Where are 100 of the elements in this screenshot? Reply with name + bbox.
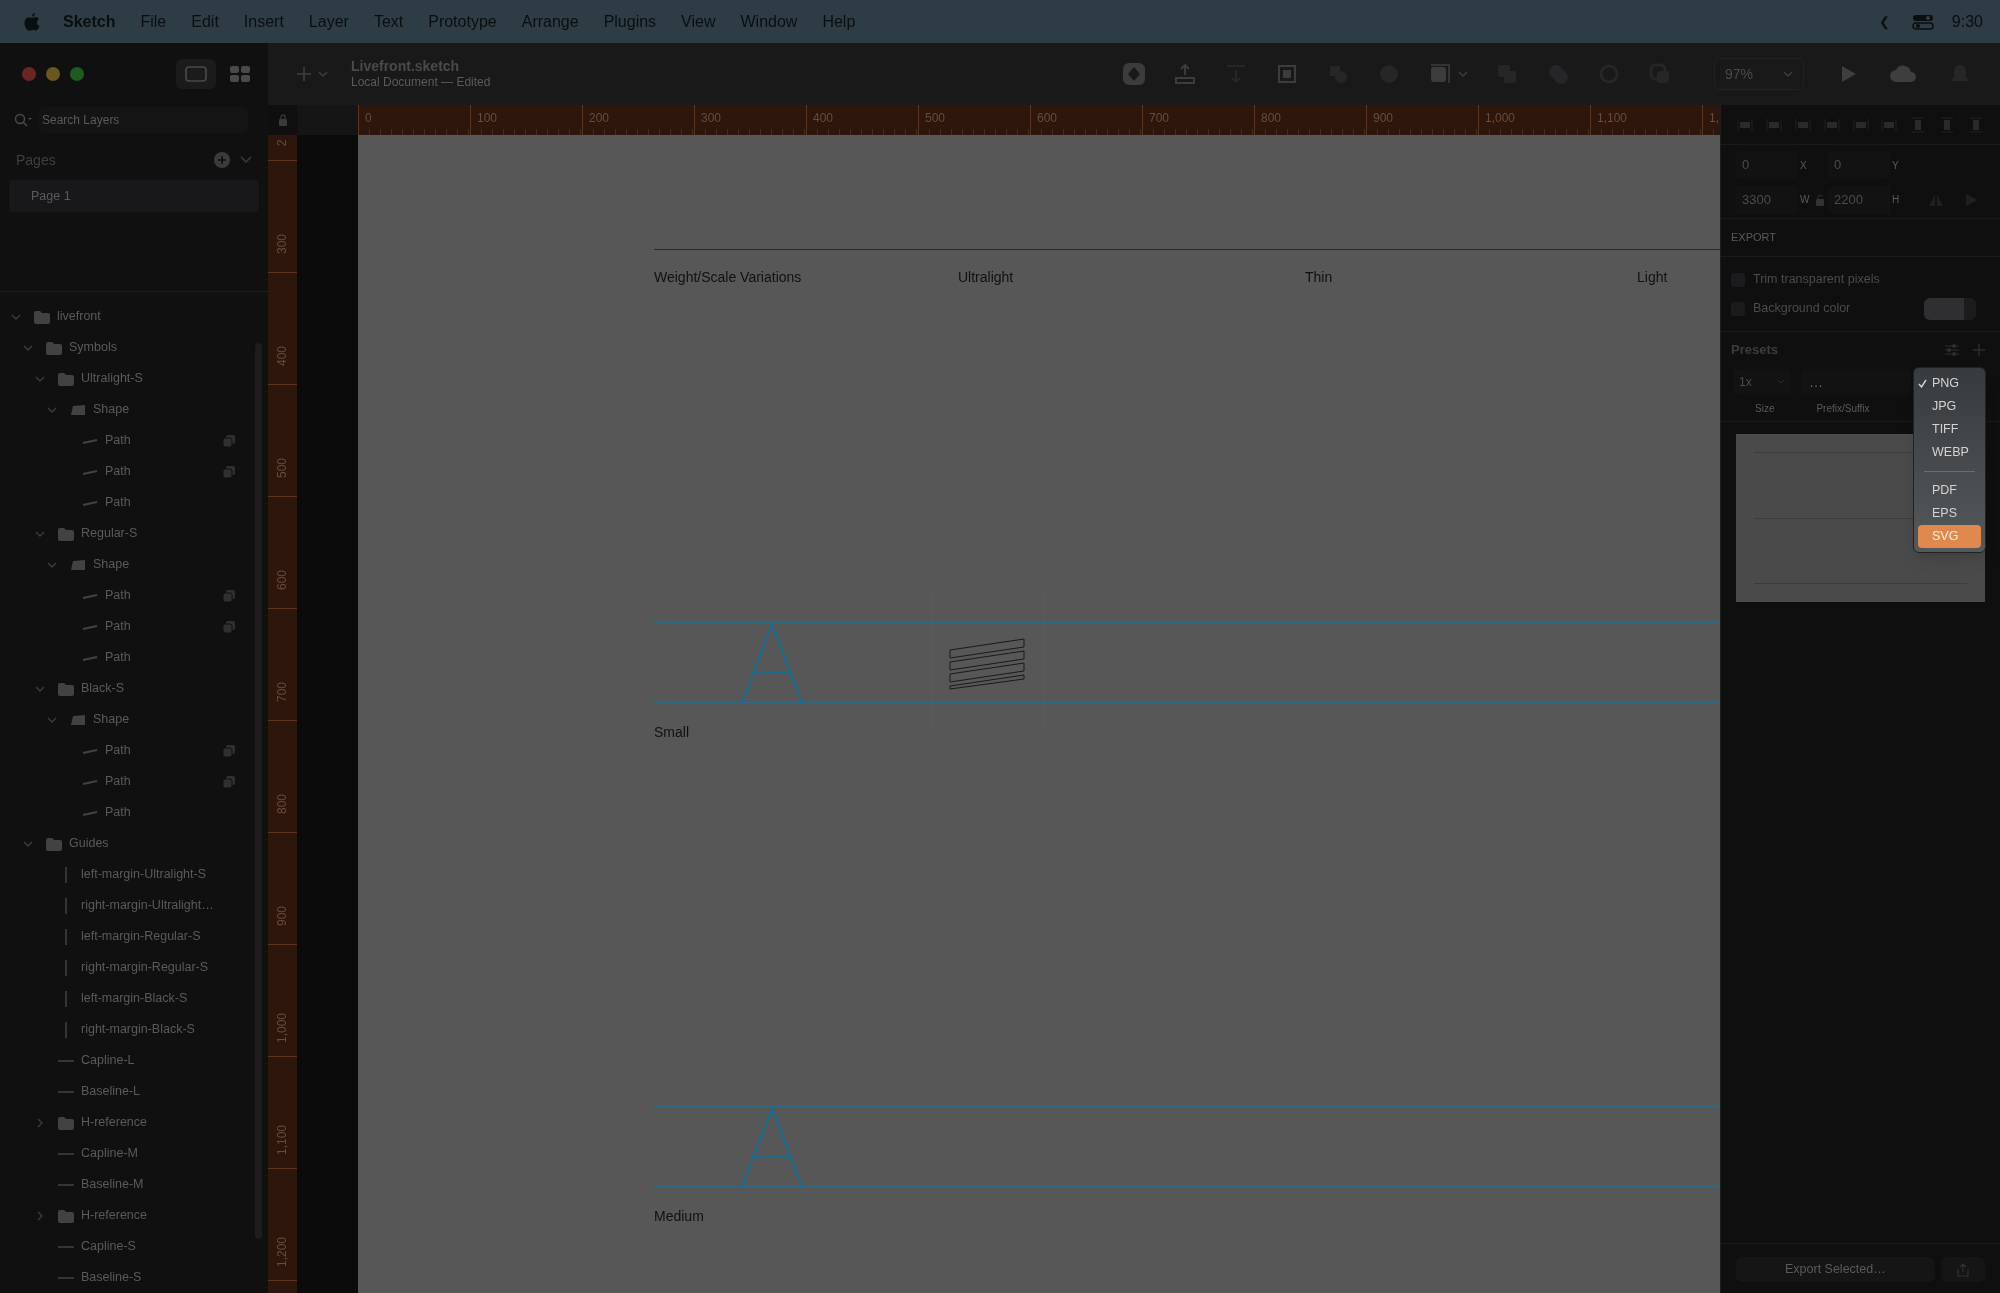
grid-icon[interactable] <box>230 66 250 82</box>
tree-item[interactable]: right-margin-Black-S <box>81 1020 195 1039</box>
tree-item[interactable]: right-margin-Ultralight… <box>81 896 214 915</box>
close-button[interactable] <box>22 67 36 81</box>
lock-icon[interactable] <box>1816 193 1824 206</box>
align-bottom-icon[interactable] <box>1968 116 1984 133</box>
tree-item[interactable]: Baseline-M <box>81 1175 144 1194</box>
tree-item[interactable]: Regular-S <box>81 524 138 543</box>
tree-item[interactable]: Capline-L <box>81 1051 135 1070</box>
folder-icon <box>33 309 51 324</box>
chevron-down-icon[interactable] <box>318 70 328 78</box>
distribute-icon[interactable] <box>1794 116 1811 133</box>
folder-icon <box>45 836 63 851</box>
upload-icon[interactable] <box>1173 62 1197 86</box>
tree-item[interactable]: Path <box>105 741 131 760</box>
align-left-icon[interactable] <box>1737 116 1753 133</box>
tree-item[interactable]: Baseline-L <box>81 1082 141 1101</box>
tree-item[interactable]: H-reference <box>81 1206 147 1225</box>
menu-item[interactable]: WEBP <box>1918 441 1981 464</box>
tree-item[interactable]: Capline-M <box>81 1144 138 1163</box>
add-page-icon[interactable] <box>214 152 230 168</box>
menu-item[interactable]: PNG <box>1918 372 1981 395</box>
plus-icon[interactable] <box>296 66 312 82</box>
align-top-icon[interactable] <box>1910 116 1927 133</box>
cloud-icon[interactable] <box>1889 65 1917 83</box>
menu-item[interactable]: TIFF <box>1918 418 1981 441</box>
zoom-button[interactable] <box>70 67 84 81</box>
ruler-label: 700 <box>1149 111 1170 125</box>
chevron-icon[interactable] <box>35 1117 45 1128</box>
control-center-icon[interactable] <box>1911 13 1934 30</box>
align-vertical-center-icon[interactable] <box>1939 116 1956 133</box>
tree-item[interactable]: right-margin-Regular-S <box>81 958 209 977</box>
tree-item[interactable]: left-margin-Ultralight-S <box>81 865 207 884</box>
ruler-label: 1,100 <box>1597 111 1628 125</box>
tree-item[interactable]: Baseline-S <box>81 1268 142 1287</box>
horizontal-line-icon <box>58 1275 74 1280</box>
collapse-menu-extras-icon[interactable]: ❮ <box>1878 11 1890 32</box>
lock-icon[interactable] <box>277 114 288 126</box>
ruler-label: 900 <box>1373 111 1394 125</box>
tree-item[interactable]: left-margin-Regular-S <box>81 927 201 946</box>
square-icon[interactable] <box>1428 62 1452 86</box>
color-swatch[interactable] <box>1924 297 1976 320</box>
tree-item[interactable]: Black-S <box>81 679 125 698</box>
ruler-label: 600 <box>276 570 289 590</box>
tree-item[interactable]: Path <box>105 803 131 822</box>
field-label: Y <box>1892 158 1900 173</box>
field-label: Size <box>1755 402 1775 416</box>
chevron-down-icon <box>1783 70 1793 78</box>
sliders-icon[interactable] <box>1944 343 1960 357</box>
folder-icon <box>45 340 63 355</box>
tree-item[interactable]: Shape <box>93 400 130 419</box>
tree-item[interactable]: Guides <box>69 834 109 853</box>
ruler-label: 1,000 <box>276 1013 289 1043</box>
horizontal-line-icon <box>58 1151 74 1156</box>
page-item[interactable]: Page 1 <box>9 180 259 212</box>
tree-item[interactable]: Path <box>105 772 131 791</box>
menu-item[interactable]: JPG <box>1918 395 1981 418</box>
tree-item[interactable]: Shape <box>93 555 130 574</box>
tree-item[interactable]: Capline-S <box>81 1237 136 1256</box>
tree-item[interactable]: Path <box>105 617 131 636</box>
share-button[interactable] <box>1940 1257 1985 1282</box>
tree-item[interactable]: Ultralight-S <box>81 369 143 388</box>
menu-item[interactable]: EPS <box>1918 502 1981 525</box>
column-label: Thin <box>1305 268 1333 287</box>
menu-item[interactable]: SVG <box>1918 525 1981 548</box>
ruler-label: 600 <box>1037 111 1058 125</box>
tree-item[interactable]: Shape <box>93 710 130 729</box>
tree-item[interactable]: Path <box>105 431 131 450</box>
align-right-edge-icon[interactable] <box>1881 116 1898 133</box>
field-label: Prefix/Suffix <box>1816 402 1870 416</box>
tree-item[interactable]: livefront <box>57 307 101 326</box>
align-middle-icon[interactable] <box>1852 116 1869 133</box>
tree-item[interactable]: Path <box>105 493 131 512</box>
ruler-label: 100 <box>477 111 498 125</box>
align-center-icon[interactable] <box>1765 116 1782 133</box>
search-field[interactable]: Search Layers <box>38 107 248 133</box>
folder-icon <box>57 526 75 541</box>
tree-item[interactable]: Path <box>105 648 131 667</box>
tree-item[interactable]: Path <box>105 586 131 605</box>
folder-icon <box>57 1208 75 1223</box>
vertical-line-icon <box>64 990 68 1007</box>
frame-icon[interactable] <box>1275 62 1299 86</box>
minimize-button[interactable] <box>46 67 60 81</box>
ruler-label: 300 <box>276 234 289 254</box>
folder-icon <box>57 371 75 386</box>
chevron-down-icon[interactable] <box>1458 70 1468 78</box>
export-selected-button[interactable]: Export Selected… <box>1736 1257 1935 1282</box>
ruler-label: 300 <box>701 111 722 125</box>
chevron-down-icon[interactable] <box>240 156 252 164</box>
plus-icon[interactable] <box>1972 343 1986 357</box>
tree-item[interactable]: left-margin-Black-S <box>81 989 188 1008</box>
tree-item[interactable]: Path <box>105 462 131 481</box>
dropdown-value: 1x <box>1739 374 1752 391</box>
apple-icon <box>23 11 41 32</box>
tree-item[interactable]: Symbols <box>69 338 117 357</box>
menu-item[interactable]: PDF <box>1918 479 1981 502</box>
canvas-view-button[interactable] <box>176 59 216 89</box>
align-left-edge-icon[interactable] <box>1823 116 1840 133</box>
tree-item[interactable]: H-reference <box>81 1113 147 1132</box>
chevron-icon[interactable] <box>35 1210 45 1221</box>
